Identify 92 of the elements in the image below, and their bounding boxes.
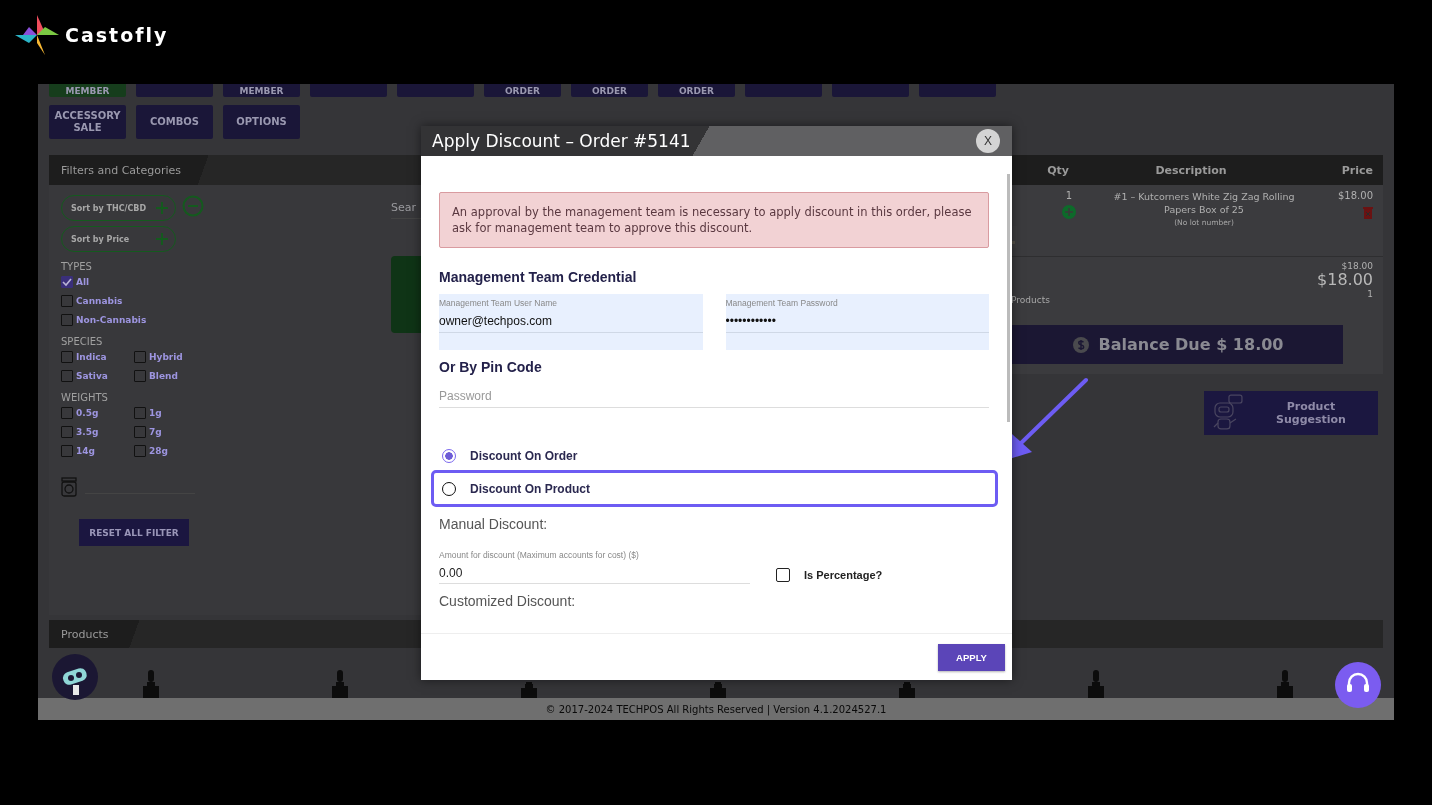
- radio-option[interactable]: Discount On Product: [431, 470, 998, 507]
- option-label: All: [76, 277, 90, 287]
- trash-icon[interactable]: [1363, 206, 1373, 219]
- checkbox[interactable]: [134, 426, 146, 438]
- checkbox[interactable]: [776, 568, 790, 582]
- plus-icon: [155, 201, 169, 215]
- item-price: $18.00: [1338, 190, 1373, 201]
- category-button[interactable]: [397, 84, 474, 97]
- category-button[interactable]: MEMBER: [49, 84, 126, 97]
- group-title: TYPES: [61, 261, 93, 272]
- option-label: Non-Cannabis: [76, 315, 147, 325]
- section-heading: Manual Discount:: [439, 516, 549, 532]
- option-label: Indica: [76, 352, 107, 362]
- checkbox[interactable]: [134, 445, 146, 457]
- column-header: Price: [1340, 163, 1374, 177]
- bottle-icon: [331, 670, 349, 698]
- checkbox[interactable]: [61, 276, 73, 288]
- chat-icon[interactable]: [1334, 661, 1382, 709]
- brand-name: Castofly: [65, 24, 169, 46]
- checkbox-label: Is Percentage?: [804, 569, 883, 581]
- radio-button[interactable]: [442, 449, 456, 463]
- reset-button[interactable]: RESET ALL FILTER: [79, 519, 189, 546]
- apply-button[interactable]: APPLY: [938, 643, 1005, 671]
- add-icon[interactable]: [1062, 205, 1076, 219]
- checkbox[interactable]: [61, 407, 73, 419]
- category-button[interactable]: [919, 84, 996, 97]
- bottle-icon: [520, 682, 538, 698]
- checkbox[interactable]: [134, 351, 146, 363]
- category-button[interactable]: MEMBER: [223, 84, 300, 97]
- group-title: SPECIES: [61, 336, 104, 347]
- close-button[interactable]: X: [976, 129, 1000, 153]
- plus-icon: [155, 232, 169, 246]
- input-field[interactable]: Management Team Password ••••••••••••: [725, 294, 989, 350]
- product-count: 1: [1367, 289, 1373, 299]
- checkbox[interactable]: [61, 426, 73, 438]
- category-button[interactable]: [136, 84, 213, 97]
- group-title: WEIGHTS: [61, 392, 109, 403]
- category-button[interactable]: OPTIONS: [223, 105, 300, 139]
- option-label: Hybrid: [149, 352, 183, 362]
- bottle-icon: [1087, 670, 1105, 698]
- category-button[interactable]: ORDER: [658, 84, 735, 97]
- alert-message: An approval by the management team is necessary to apply discount in this order, please ask for management team to approve this discount.: [439, 192, 989, 248]
- checkbox[interactable]: [61, 445, 73, 457]
- bottle-icon: [898, 682, 916, 698]
- option-label: Cannabis: [76, 296, 123, 306]
- checkbox[interactable]: [61, 295, 73, 307]
- checkbox[interactable]: [61, 351, 73, 363]
- category-button[interactable]: ORDER: [571, 84, 648, 97]
- column-header: Qty: [1046, 163, 1069, 177]
- copyright-text: © 2017-2024 TECHPOS All Rights Reserved | Version 4.1.2024527.1: [545, 703, 887, 715]
- column-header: Description: [1154, 163, 1228, 177]
- option-label: 1g: [149, 408, 162, 418]
- total: $18.00: [1317, 271, 1373, 289]
- checkbox[interactable]: [134, 407, 146, 419]
- subtotal: $18.00: [1341, 261, 1373, 271]
- section-heading: Or By Pin Code: [439, 359, 543, 375]
- amount-field[interactable]: Amount for discount (Maximum accounts for cost) ($) 0.00: [439, 546, 750, 584]
- option-label: 14g: [76, 446, 95, 456]
- robot-icon[interactable]: [51, 653, 99, 701]
- category-button[interactable]: [745, 84, 822, 97]
- dollar-icon: [1072, 336, 1089, 353]
- section-heading: Customized Discount:: [439, 593, 577, 609]
- checkbox[interactable]: [134, 370, 146, 382]
- category-button[interactable]: ACCESSORY SALE: [49, 105, 126, 139]
- logo-icon: [15, 15, 59, 55]
- radio-option[interactable]: Discount On Order: [431, 442, 998, 470]
- products-label: Products: [1011, 295, 1050, 305]
- checkbox[interactable]: [61, 314, 73, 326]
- panel-title: Products: [61, 627, 109, 641]
- bottle-icon: [709, 682, 727, 698]
- option-label: 7g: [149, 427, 162, 437]
- option-label: Blend: [149, 371, 178, 381]
- option-label: Sativa: [76, 371, 108, 381]
- item-description: #1 – Kutcorners White Zig Zag Rolling Papers Box of 25: [1112, 190, 1296, 216]
- scale-icon: [61, 477, 77, 497]
- bottle-icon: [142, 670, 160, 698]
- option-label: 0.5g: [76, 408, 99, 418]
- option-label: 28g: [149, 446, 168, 456]
- panel-title: Filters and Categories: [61, 163, 181, 177]
- remove-icon[interactable]: [182, 195, 204, 217]
- section-heading: Management Team Credential: [439, 269, 638, 285]
- category-button[interactable]: [310, 84, 387, 97]
- dialog-title: Apply Discount – Order #5141: [432, 131, 691, 151]
- option-label: 3.5g: [76, 427, 99, 437]
- category-button[interactable]: COMBOS: [136, 105, 213, 139]
- bottle-icon: [1276, 670, 1294, 698]
- product-suggestion-button[interactable]: Product Suggestion: [1204, 391, 1378, 435]
- input-field[interactable]: Management Team User Name owner@techpos.com: [439, 294, 703, 350]
- quantity: 1: [1065, 190, 1073, 201]
- checkbox[interactable]: [61, 370, 73, 382]
- category-button[interactable]: [832, 84, 909, 97]
- category-button[interactable]: ORDER: [484, 84, 561, 97]
